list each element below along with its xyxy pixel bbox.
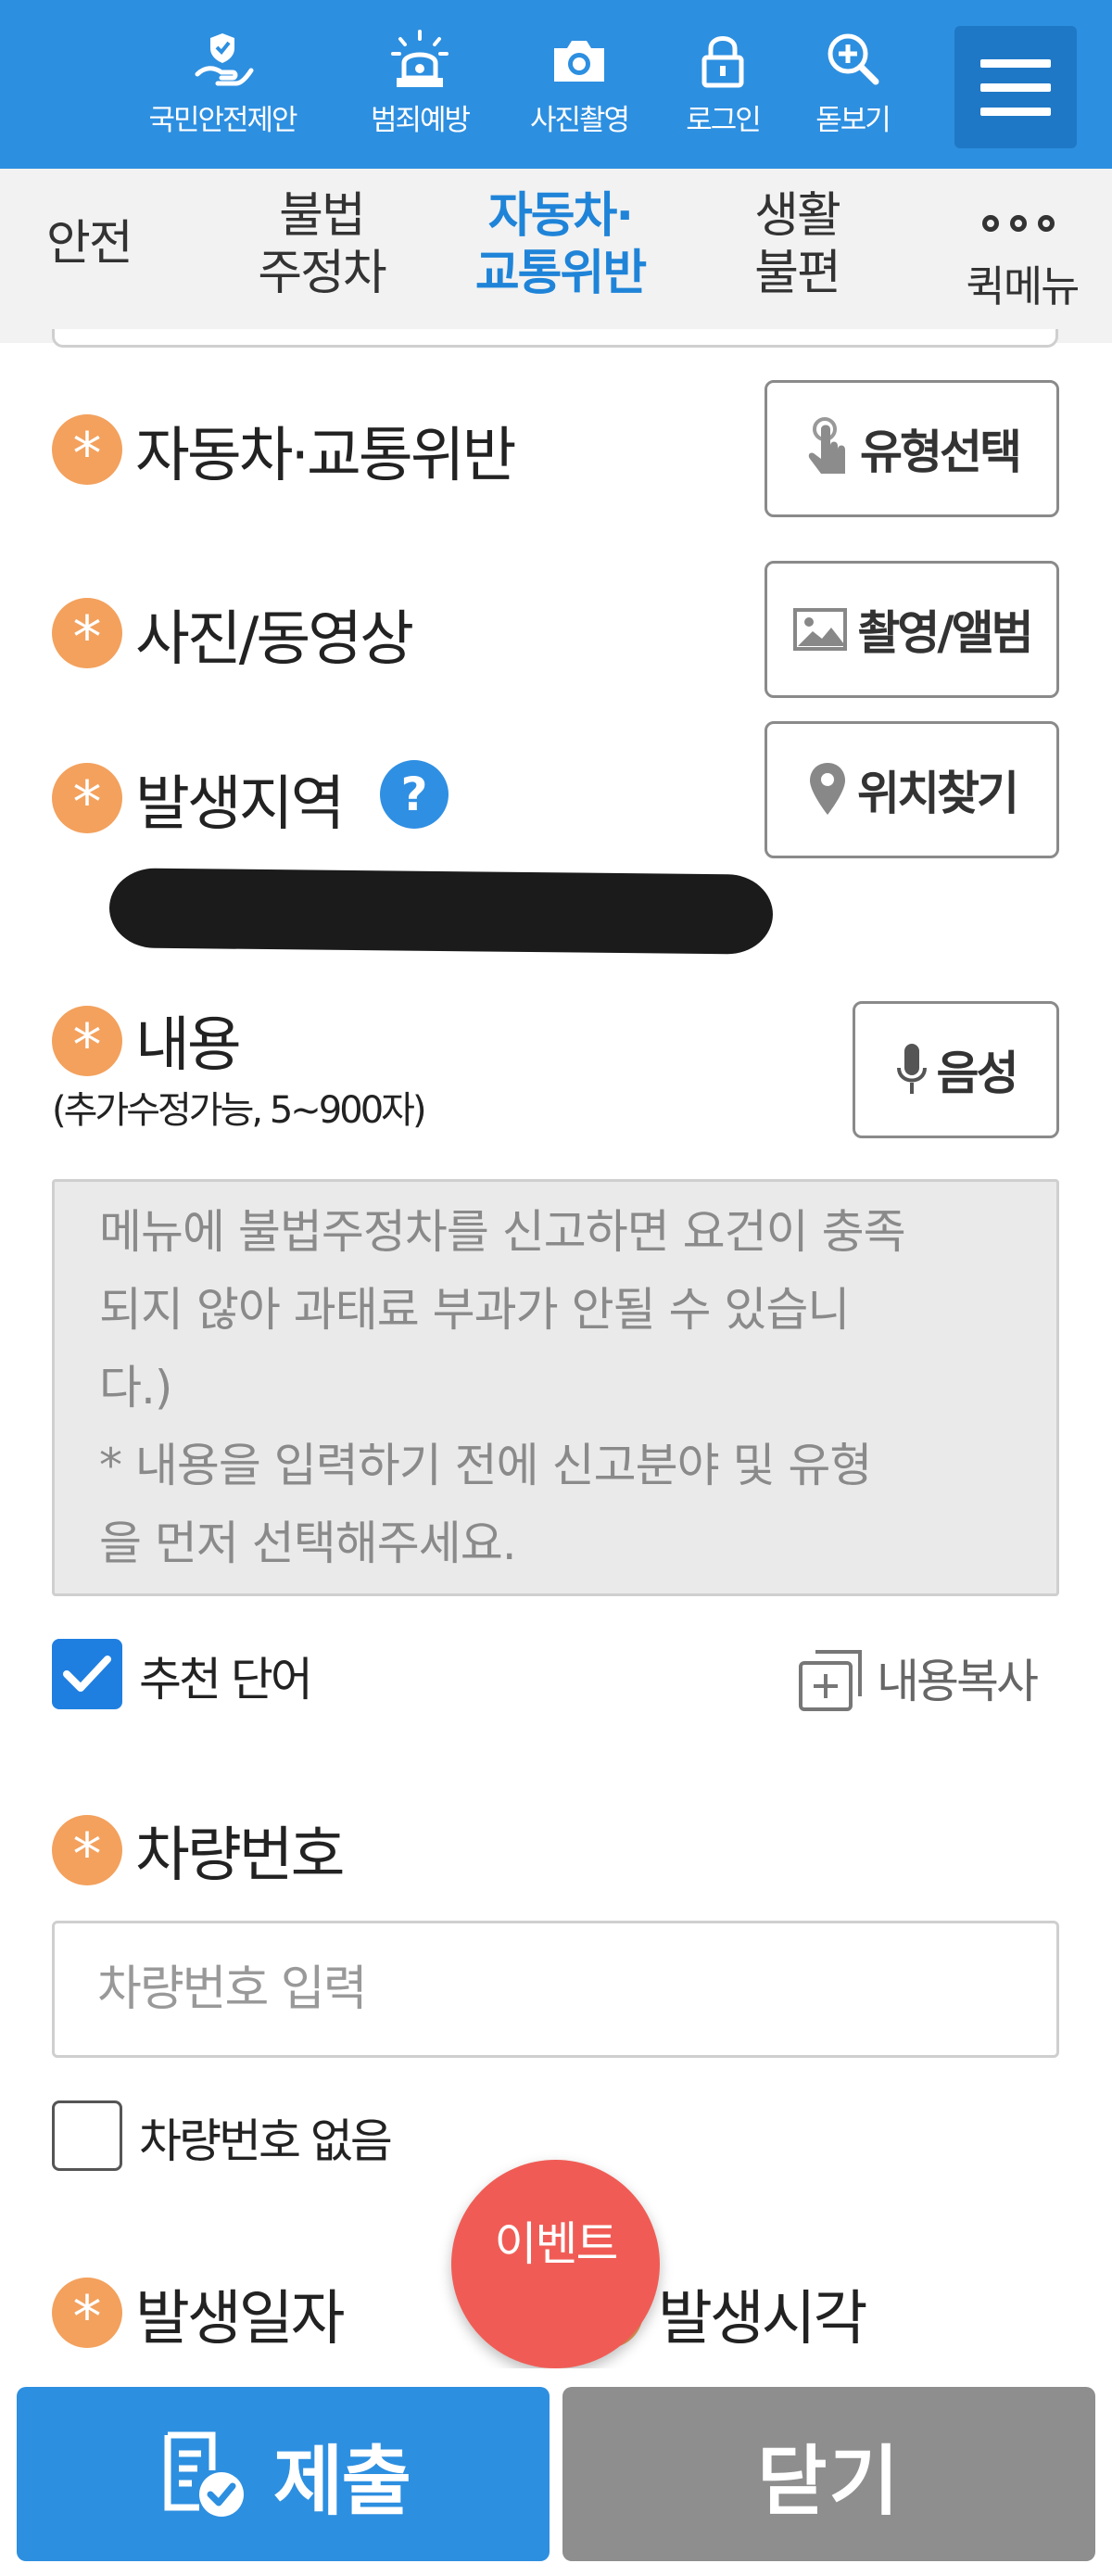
plate-label: 차량번호 (135, 1821, 346, 1890)
date-label: 발생일자 (135, 2285, 346, 2354)
hamburger-menu-icon (980, 59, 1051, 68)
touch-hand-icon (808, 417, 845, 474)
checkmark-icon (63, 1656, 111, 1692)
content-label: 내용 (135, 1011, 242, 1080)
more-dots-icon (982, 215, 1056, 234)
tab-safety[interactable]: 안전 (46, 215, 133, 273)
required-mark: * (52, 414, 122, 488)
lock-icon (701, 36, 744, 88)
capture-album-button[interactable]: 촬영/앨범 (764, 561, 1059, 698)
content-line: * 내용을 입력하기 전에 신고분야 및 유형 (99, 1439, 872, 1492)
location-label: 발생지역 (135, 770, 346, 839)
event-button[interactable]: 이벤트 (451, 2160, 660, 2368)
category-tabs: 안전 불법 주정차 자동차· 교통위반 생활 불편 퀵메뉴 (0, 169, 1112, 343)
content-line: 메뉴에 불법주정차를 신고하면 요건이 충족 (99, 1205, 906, 1259)
media-label: 사진/동영상 (135, 605, 414, 674)
toolbar-photo[interactable]: 사진촬영 (500, 28, 658, 138)
tab-illegal-parking[interactable]: 불법 주정차 (243, 187, 400, 302)
toolbar-safety-proposal[interactable]: 국민안전제안 (144, 28, 301, 138)
voice-input-button[interactable]: 음성 (853, 1001, 1059, 1138)
content-line: 되지 않아 과태료 부과가 안될 수 있습니 (99, 1283, 850, 1337)
map-pin-icon (810, 763, 845, 815)
recommend-words-label: 추천 단어 (139, 1653, 313, 1707)
toolbar-label: 범죄예방 (370, 104, 471, 137)
category-label: 자동차·교통위반 (135, 422, 517, 490)
top-toolbar: 국민안전제안 범죄예방 사진촬영 로그인 돋보기 (0, 0, 1112, 169)
toolbar-label: 돋보기 (815, 104, 891, 137)
time-label: 발생시각 (658, 2285, 868, 2354)
required-mark: * (52, 2278, 122, 2351)
help-icon[interactable]: ? (380, 760, 449, 829)
content-line: 다.) (99, 1361, 172, 1415)
previous-field-edge (52, 329, 1058, 348)
copy-content-button[interactable]: 내용복사 (797, 1641, 1039, 1715)
hand-shield-icon (195, 33, 254, 86)
no-plate-label: 차량번호 없음 (139, 2114, 393, 2168)
toolbar-crime-prevention[interactable]: 범죄예방 (341, 28, 499, 138)
find-location-button[interactable]: 위치찾기 (764, 721, 1059, 858)
camera-icon (554, 41, 604, 82)
toolbar-magnifier[interactable]: 돋보기 (774, 28, 931, 138)
tab-vehicle-traffic[interactable]: 자동차· 교통위반 (447, 187, 674, 302)
content-textarea[interactable]: 메뉴에 불법주정차를 신고하면 요건이 충족 되지 않아 과태료 부과가 안될 … (52, 1179, 1059, 1596)
content-length-hint: (추가수정가능, 5~900자) (52, 1089, 427, 1132)
content-line: 을 먼저 선택해주세요. (99, 1516, 517, 1570)
tab-quick-menu[interactable]: 퀵메뉴 (943, 258, 1101, 315)
toolbar-label: 국민안전제안 (148, 104, 297, 137)
required-mark: * (52, 598, 122, 671)
required-mark: * (52, 1815, 122, 1888)
hamburger-menu-button[interactable] (954, 26, 1077, 148)
submit-button[interactable]: 제출 (17, 2387, 550, 2561)
document-check-icon (164, 2431, 245, 2517)
recommend-words-checkbox[interactable] (52, 1639, 122, 1709)
close-button[interactable]: 닫기 (562, 2387, 1095, 2561)
plate-number-input[interactable]: 차량번호 입력 (52, 1921, 1059, 2058)
siren-icon (391, 30, 449, 87)
toolbar-label: 사진촬영 (529, 104, 630, 137)
redacted-address (108, 868, 774, 955)
magnifier-plus-icon (828, 33, 879, 85)
copy-plus-icon (799, 1650, 862, 1711)
no-plate-checkbox[interactable] (52, 2100, 122, 2171)
image-icon (793, 608, 848, 651)
microphone-icon (896, 1044, 927, 1094)
required-mark: * (52, 763, 122, 836)
select-type-button[interactable]: 유형선택 (764, 380, 1059, 517)
required-mark: * (52, 1006, 122, 1079)
tab-living-inconvenience[interactable]: 생활 불편 (718, 187, 876, 302)
